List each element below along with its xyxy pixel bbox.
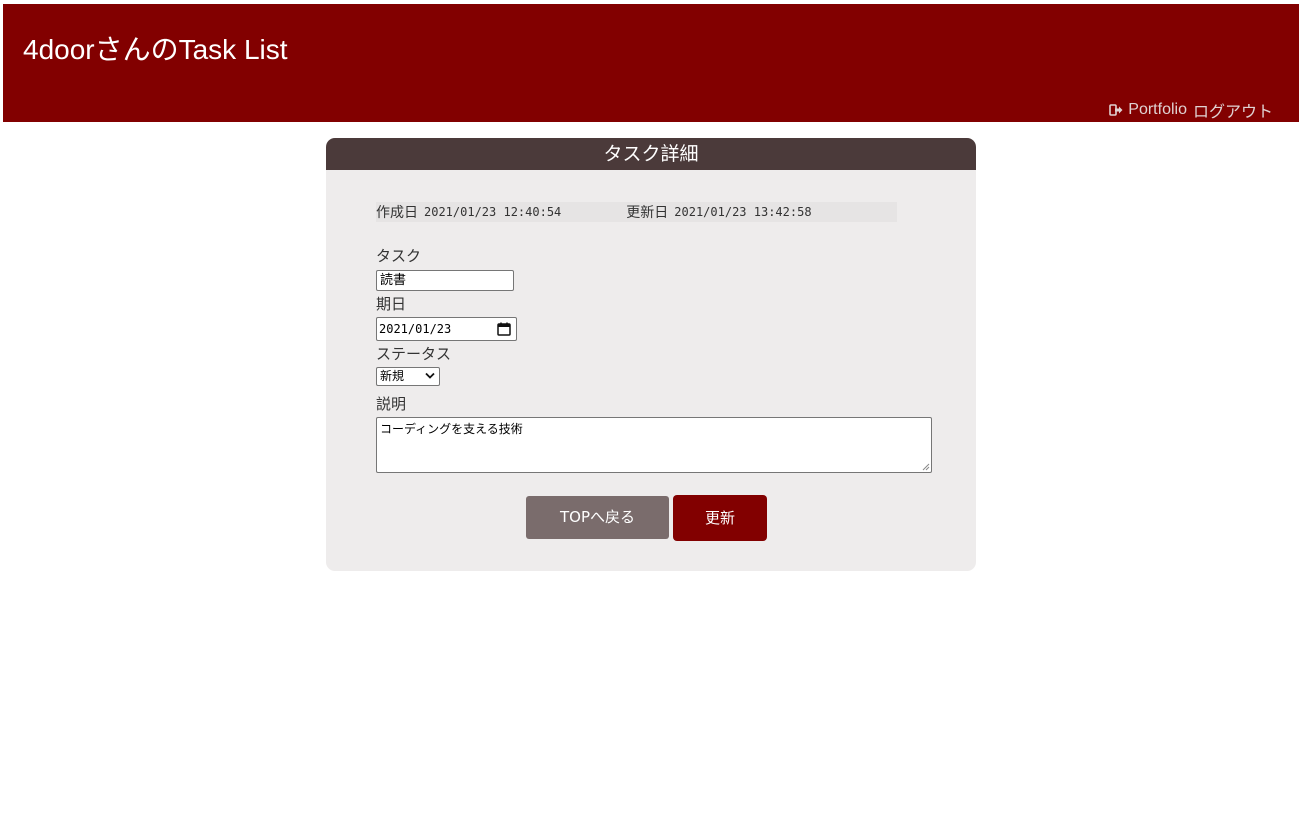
update-button[interactable]: 更新 xyxy=(673,495,767,541)
updated-value: 2021/01/23 13:42:58 xyxy=(674,205,812,219)
chevron-down-icon xyxy=(425,372,435,379)
sign-out-icon xyxy=(1109,104,1123,116)
resize-grip-icon[interactable] xyxy=(922,463,930,471)
calendar-icon[interactable] xyxy=(497,322,511,336)
status-value: 新規 xyxy=(380,369,405,383)
created-at: 作成日 2021/01/23 12:40:54 xyxy=(376,202,561,222)
app-title: 4doorさんのTask List xyxy=(23,34,288,65)
created-value: 2021/01/23 12:40:54 xyxy=(424,205,562,219)
logout-link[interactable]: ログアウト xyxy=(1193,98,1273,122)
status-select[interactable]: 新規 xyxy=(376,367,440,386)
task-label: タスク xyxy=(376,247,422,265)
due-date-label: 期日 xyxy=(376,295,407,313)
portfolio-link[interactable]: Portfolio xyxy=(1128,101,1187,119)
updated-at: 更新日 2021/01/23 13:42:58 xyxy=(626,202,811,222)
status-label: ステータス xyxy=(376,345,452,363)
due-date-value: 2021/01/23 xyxy=(379,322,452,336)
card-title: タスク詳細 xyxy=(326,138,976,170)
description-value: コーディングを支える技術 xyxy=(380,422,523,436)
description-textarea[interactable]: コーディングを支える技術 xyxy=(376,417,932,473)
app-header: 4doorさんのTask List Portfolio ログアウト xyxy=(3,4,1299,122)
back-to-top-button[interactable]: TOPへ戻る xyxy=(526,496,669,539)
header-nav: Portfolio ログアウト xyxy=(1109,98,1273,122)
task-input[interactable]: 読書 xyxy=(376,270,514,291)
due-date-input[interactable]: 2021/01/23 xyxy=(376,317,517,341)
updated-label: 更新日 xyxy=(626,205,669,221)
task-detail-card: タスク詳細 作成日 2021/01/23 12:40:54 更新日 2021/0… xyxy=(326,138,976,571)
description-label: 説明 xyxy=(376,395,407,413)
timestamps-row: 作成日 2021/01/23 12:40:54 更新日 2021/01/23 1… xyxy=(376,202,897,222)
created-label: 作成日 xyxy=(376,205,418,221)
